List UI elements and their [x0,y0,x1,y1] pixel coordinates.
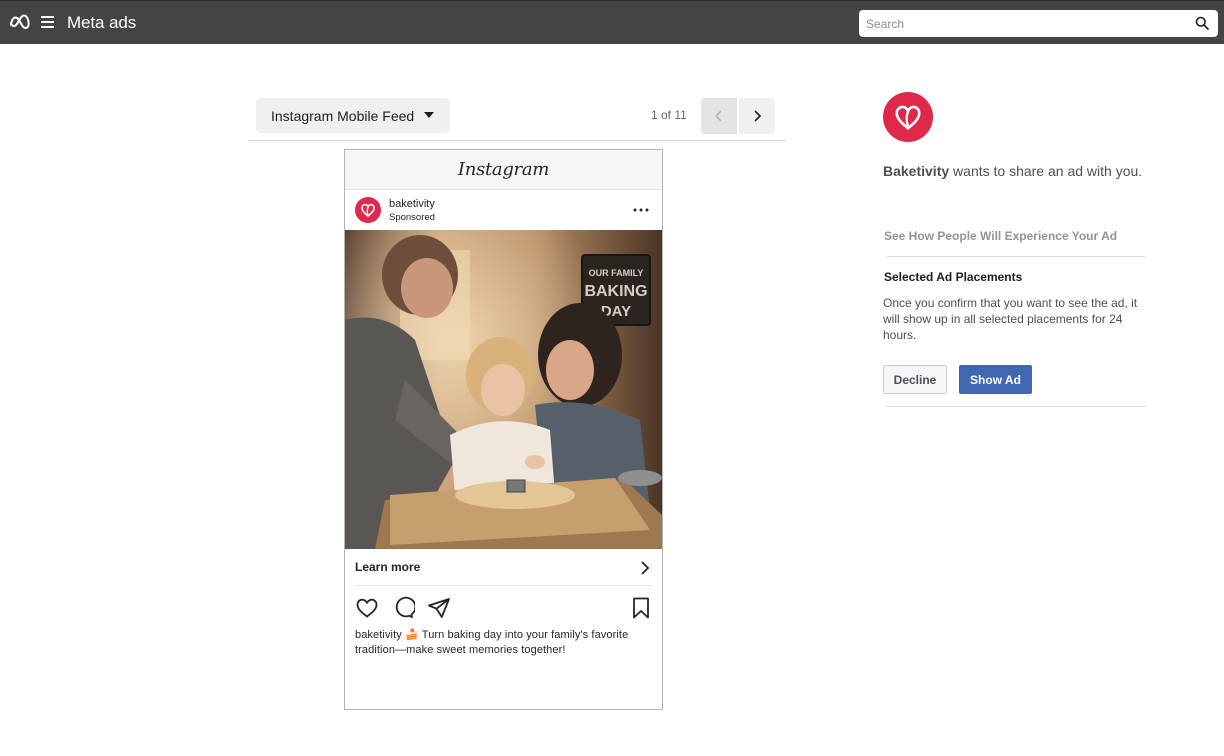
caret-down-icon [424,112,434,118]
caption-account[interactable]: baketivity [355,629,402,641]
placements-heading: Selected Ad Placements [884,270,1023,284]
post-caption: baketivity 🍰 Turn baking day into your f… [355,628,653,658]
placement-dropdown-label: Instagram Mobile Feed [271,107,415,124]
panel-divider [886,256,1146,257]
advertiser-name: Baketivity [883,163,950,179]
placements-description: Once you confirm that you want to see th… [883,296,1138,342]
bookmark-icon[interactable] [629,596,653,620]
share-icon[interactable] [427,596,451,620]
page-count: 1 of 11 [651,108,687,122]
search-input[interactable] [859,11,1179,36]
brand-title[interactable]: Meta ads [67,13,136,33]
chevron-right-icon [754,110,762,122]
top-bar: Meta ads [0,0,1224,44]
show-ad-button[interactable]: Show Ad [959,365,1032,394]
instagram-wordmark: Instagram [457,159,550,180]
meta-infinity-icon[interactable] [8,13,32,31]
preview-divider [248,140,787,141]
decline-button[interactable]: Decline [883,365,947,394]
heart-logo-icon [895,105,921,130]
advertiser-logo [883,92,933,142]
account-name[interactable]: baketivity [389,198,435,210]
ad-preview-frame: Instagram baketivity Sponsored OUR FAMIL… [344,149,663,710]
sign-line-2: BAKING [584,283,647,300]
search-box[interactable] [859,10,1218,37]
comment-icon[interactable] [391,596,415,620]
previous-button[interactable] [701,98,737,134]
panel-divider [886,406,1146,407]
heart-icon[interactable] [355,596,379,620]
share-text: wants to share an ad with you. [953,163,1143,179]
sponsored-label: Sponsored [389,212,435,223]
share-message: Baketivity wants to share an ad with you… [883,163,1142,179]
caption-emoji: 🍰 [405,629,419,641]
hamburger-icon[interactable] [41,15,56,29]
next-button[interactable] [739,98,775,134]
placement-dropdown[interactable]: Instagram Mobile Feed [256,98,450,133]
chevron-right-icon [641,561,650,575]
learn-more-label: Learn more [355,560,421,574]
ad-image[interactable]: OUR FAMILY BAKING DAY [345,230,662,549]
chevron-left-icon [714,110,722,122]
more-options-icon[interactable] [632,203,650,217]
search-icon[interactable] [1195,16,1209,30]
heart-logo-icon [361,203,375,218]
instagram-header: Instagram [345,150,662,190]
post-header: baketivity Sponsored [345,191,662,231]
post-actions [355,596,652,620]
sign-line-1: OUR FAMILY [589,268,644,278]
experience-link[interactable]: See How People Will Experience Your Ad [884,229,1117,243]
family-baking-photo: OUR FAMILY BAKING DAY [345,230,662,549]
avatar[interactable] [355,197,381,223]
learn-more-link[interactable]: Learn more [355,549,652,586]
